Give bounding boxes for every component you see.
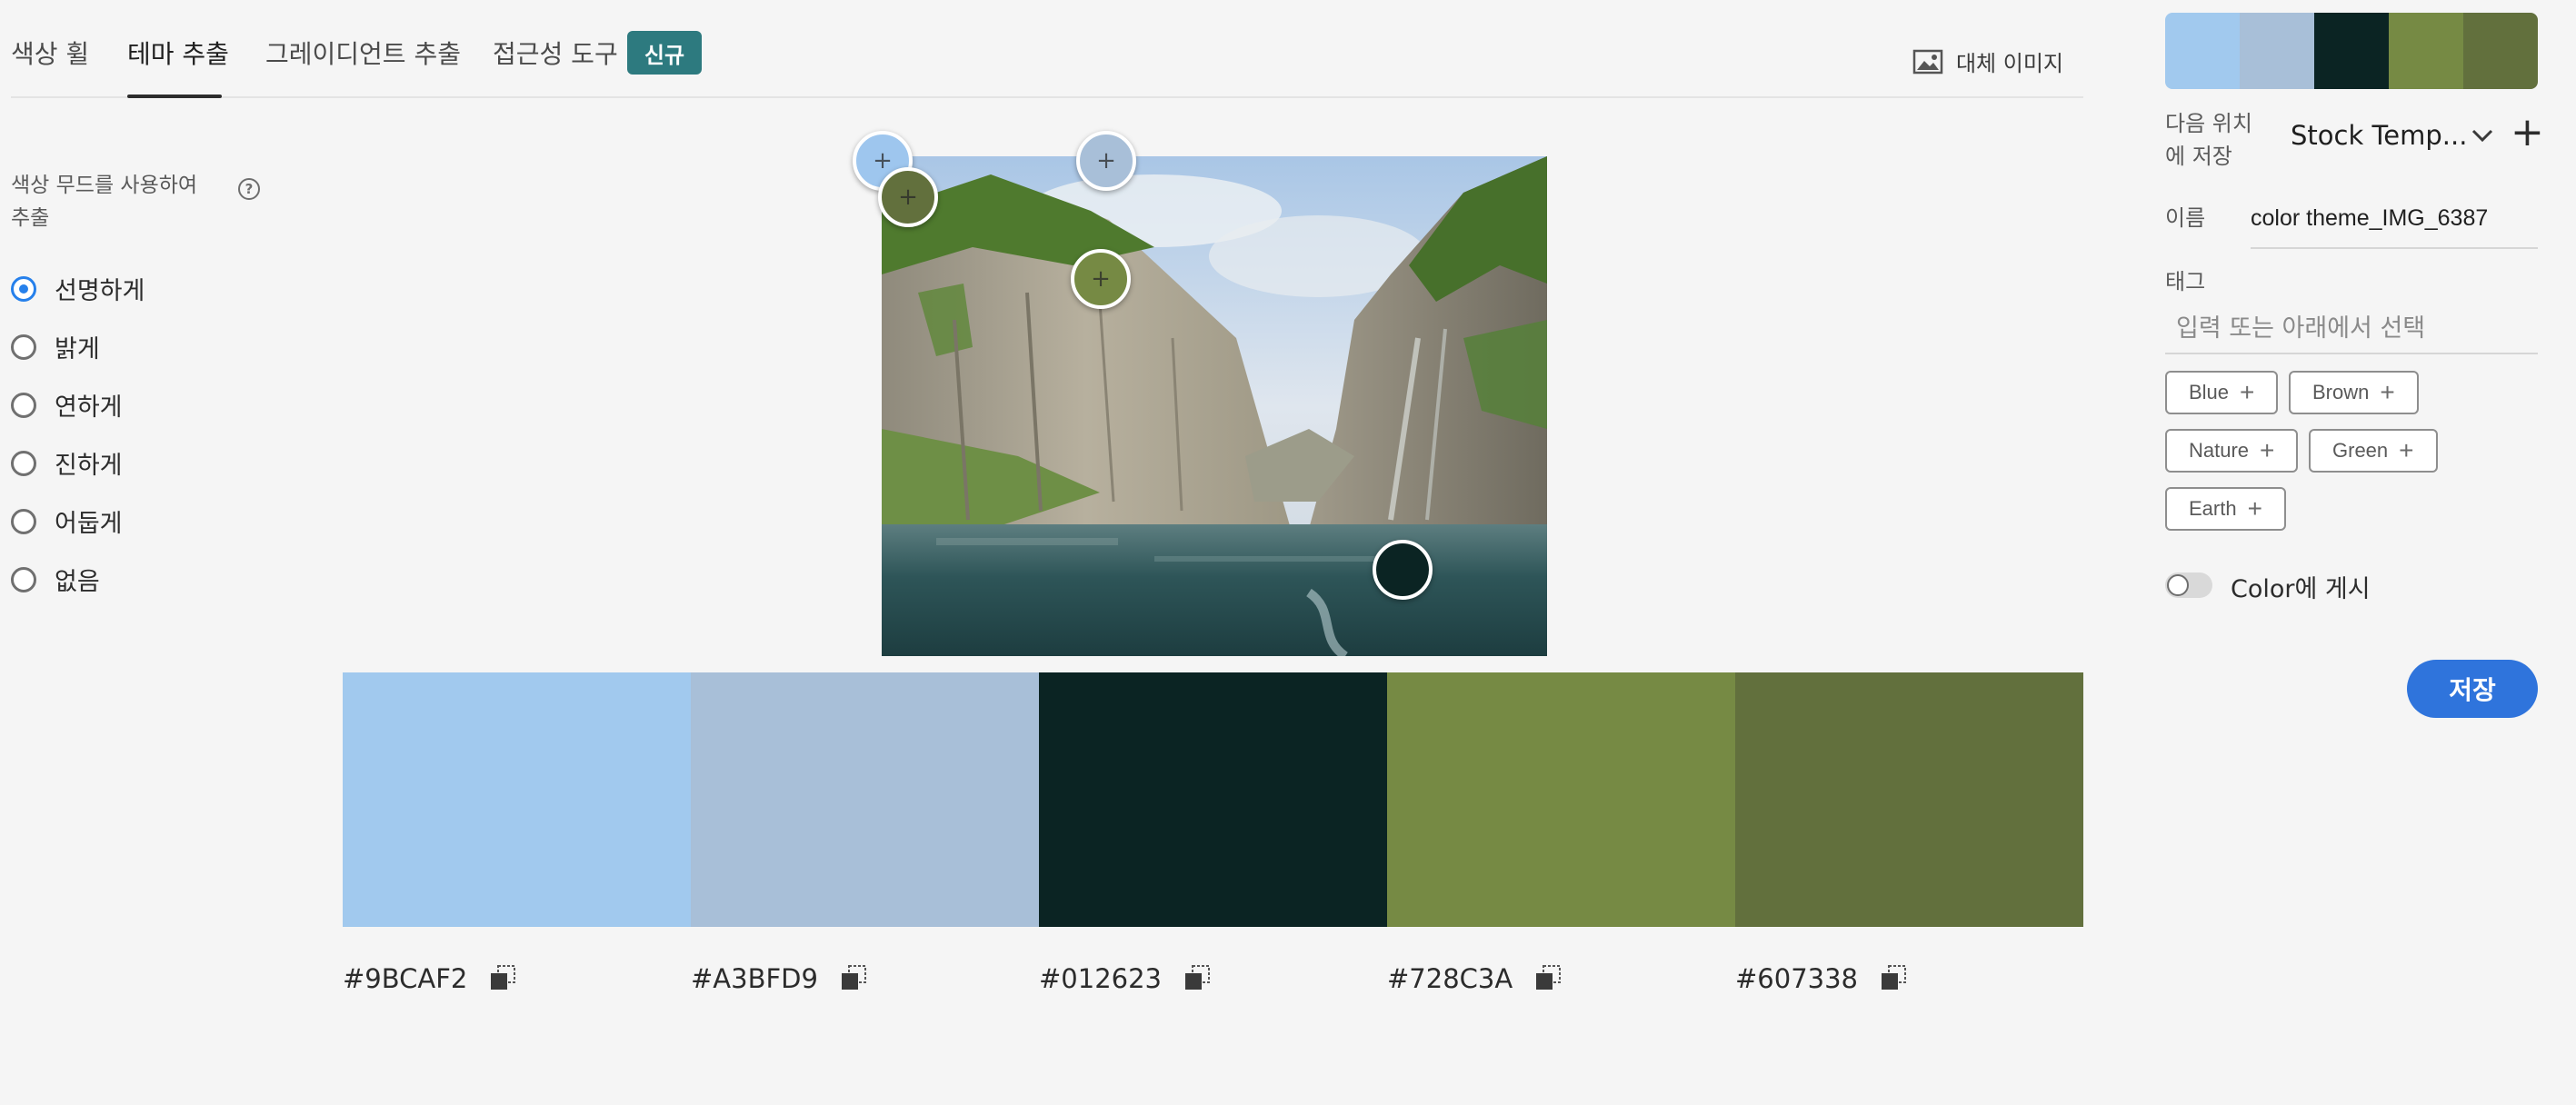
plus-icon: +: [873, 147, 893, 174]
mood-option-muted[interactable]: 연하게: [11, 387, 123, 423]
chevron-down-icon[interactable]: [2471, 127, 2494, 144]
alt-image-button[interactable]: 대체 이미지: [1912, 45, 2063, 77]
mood-option-label: 밝게: [55, 335, 100, 363]
hex-row-1: #9BCAF2: [343, 963, 518, 994]
mood-option-none[interactable]: 없음: [11, 562, 100, 597]
preview-swatch-1: [2165, 13, 2240, 89]
color-marker-5[interactable]: +: [878, 167, 938, 227]
hex-value[interactable]: #012623: [1039, 963, 1162, 994]
swatch-4[interactable]: [1387, 672, 1735, 927]
copy-icon[interactable]: [487, 964, 518, 993]
source-photo: [882, 156, 1547, 656]
preview-swatch-2: [2240, 13, 2314, 89]
library-select-value[interactable]: Stock Temp...: [2291, 120, 2467, 151]
publish-label: Color에 게시: [2231, 575, 2371, 603]
swatch-2[interactable]: [691, 672, 1039, 927]
preview-swatch-3: [2314, 13, 2389, 89]
plus-icon: +: [1096, 147, 1116, 174]
hex-row-3: #012623: [1039, 963, 1213, 994]
hex-row-4: #728C3A: [1387, 963, 1563, 994]
radio-button[interactable]: [11, 392, 36, 418]
image-icon: [1912, 49, 1943, 74]
plus-icon: +: [2399, 436, 2414, 464]
radio-button[interactable]: [11, 275, 36, 302]
theme-name-field[interactable]: color theme_IMG_6387: [2251, 198, 2538, 249]
radio-button[interactable]: [11, 566, 36, 592]
new-badge: 신규: [627, 31, 702, 75]
active-tab-indicator: [127, 95, 222, 98]
plus-icon: +: [898, 184, 918, 211]
alt-image-label: 대체 이미지: [1955, 51, 2063, 76]
mood-option-label: 어둡게: [55, 510, 123, 538]
hex-row-5: #607338: [1735, 963, 1909, 994]
name-label: 이름: [2165, 205, 2206, 231]
hex-value[interactable]: #9BCAF2: [343, 963, 467, 994]
tab-extract-theme[interactable]: 테마 추출: [127, 35, 229, 71]
radio-button[interactable]: [11, 508, 36, 534]
copy-icon[interactable]: [1533, 964, 1563, 993]
tag-chip-label: Nature: [2189, 439, 2250, 462]
landscape-image: [882, 156, 1547, 656]
save-to-label: 다음 위치에 저장: [2165, 111, 2252, 169]
tag-chip-label: Brown: [2312, 381, 2370, 403]
color-marker-3[interactable]: [1373, 540, 1433, 600]
swatch-3[interactable]: [1039, 672, 1387, 927]
swatch-5[interactable]: [1735, 672, 2083, 927]
mood-option-vivid[interactable]: 선명하게: [11, 271, 145, 306]
preview-swatch-5: [2463, 13, 2538, 89]
tag-input[interactable]: [2165, 304, 2538, 354]
copy-icon[interactable]: [838, 964, 869, 993]
radio-button[interactable]: [11, 450, 36, 476]
plus-icon: +: [2247, 494, 2262, 523]
mood-option-bright[interactable]: 밝게: [11, 329, 100, 364]
top-tab-bar: 색상 휠 테마 추출 그레이디언트 추출 접근성 도구 신규 대체 이미지: [11, 25, 2083, 98]
tag-chip-nature[interactable]: Nature +: [2165, 429, 2299, 473]
radio-button[interactable]: [11, 333, 36, 360]
tag-chip-brown[interactable]: Brown +: [2289, 371, 2419, 414]
plus-icon: +: [1091, 265, 1111, 293]
tab-color-wheel[interactable]: 색상 휠: [11, 35, 89, 71]
copy-icon[interactable]: [1182, 964, 1213, 993]
plus-icon: +: [2240, 378, 2255, 406]
tag-chip-label: Earth: [2189, 497, 2237, 520]
mood-option-label: 진하게: [55, 452, 123, 480]
hex-value[interactable]: #728C3A: [1387, 963, 1513, 994]
mood-option-label: 연하게: [55, 393, 123, 422]
add-library-button[interactable]: +: [2511, 113, 2544, 153]
color-marker-4[interactable]: +: [1071, 249, 1131, 309]
plus-icon: +: [2260, 436, 2275, 464]
hex-value[interactable]: #A3BFD9: [691, 963, 818, 994]
hex-value[interactable]: #607338: [1735, 963, 1858, 994]
plus-icon: +: [2380, 378, 2395, 406]
swatch-1[interactable]: [343, 672, 691, 927]
color-marker-2[interactable]: +: [1076, 131, 1136, 191]
mood-option-deep[interactable]: 진하게: [11, 445, 123, 481]
mood-option-dark[interactable]: 어둡게: [11, 503, 123, 539]
tag-chip-blue[interactable]: Blue +: [2165, 371, 2279, 414]
preview-swatch-4: [2389, 13, 2463, 89]
publish-toggle[interactable]: [2165, 572, 2212, 598]
theme-swatch-strip: [343, 672, 2083, 927]
tab-extract-gradient[interactable]: 그레이디언트 추출: [265, 35, 461, 71]
hex-row-2: #A3BFD9: [691, 963, 869, 994]
theme-preview: [2165, 13, 2538, 89]
tab-accessibility-tools[interactable]: 접근성 도구: [493, 35, 618, 71]
mood-option-label: 없음: [55, 568, 100, 596]
mood-option-label: 선명하게: [55, 277, 145, 305]
tag-chip-label: Blue: [2189, 381, 2230, 403]
tag-chip-earth[interactable]: Earth +: [2165, 487, 2286, 531]
save-button[interactable]: 저장: [2407, 660, 2538, 718]
copy-icon[interactable]: [1878, 964, 1909, 993]
help-icon[interactable]: ?: [238, 178, 260, 200]
tag-label: 태그: [2165, 269, 2206, 294]
tag-chip-green[interactable]: Green +: [2309, 429, 2438, 473]
color-mood-title: 색상 무드를 사용하여 추출: [11, 174, 198, 230]
tag-chip-label: Green: [2332, 439, 2389, 462]
